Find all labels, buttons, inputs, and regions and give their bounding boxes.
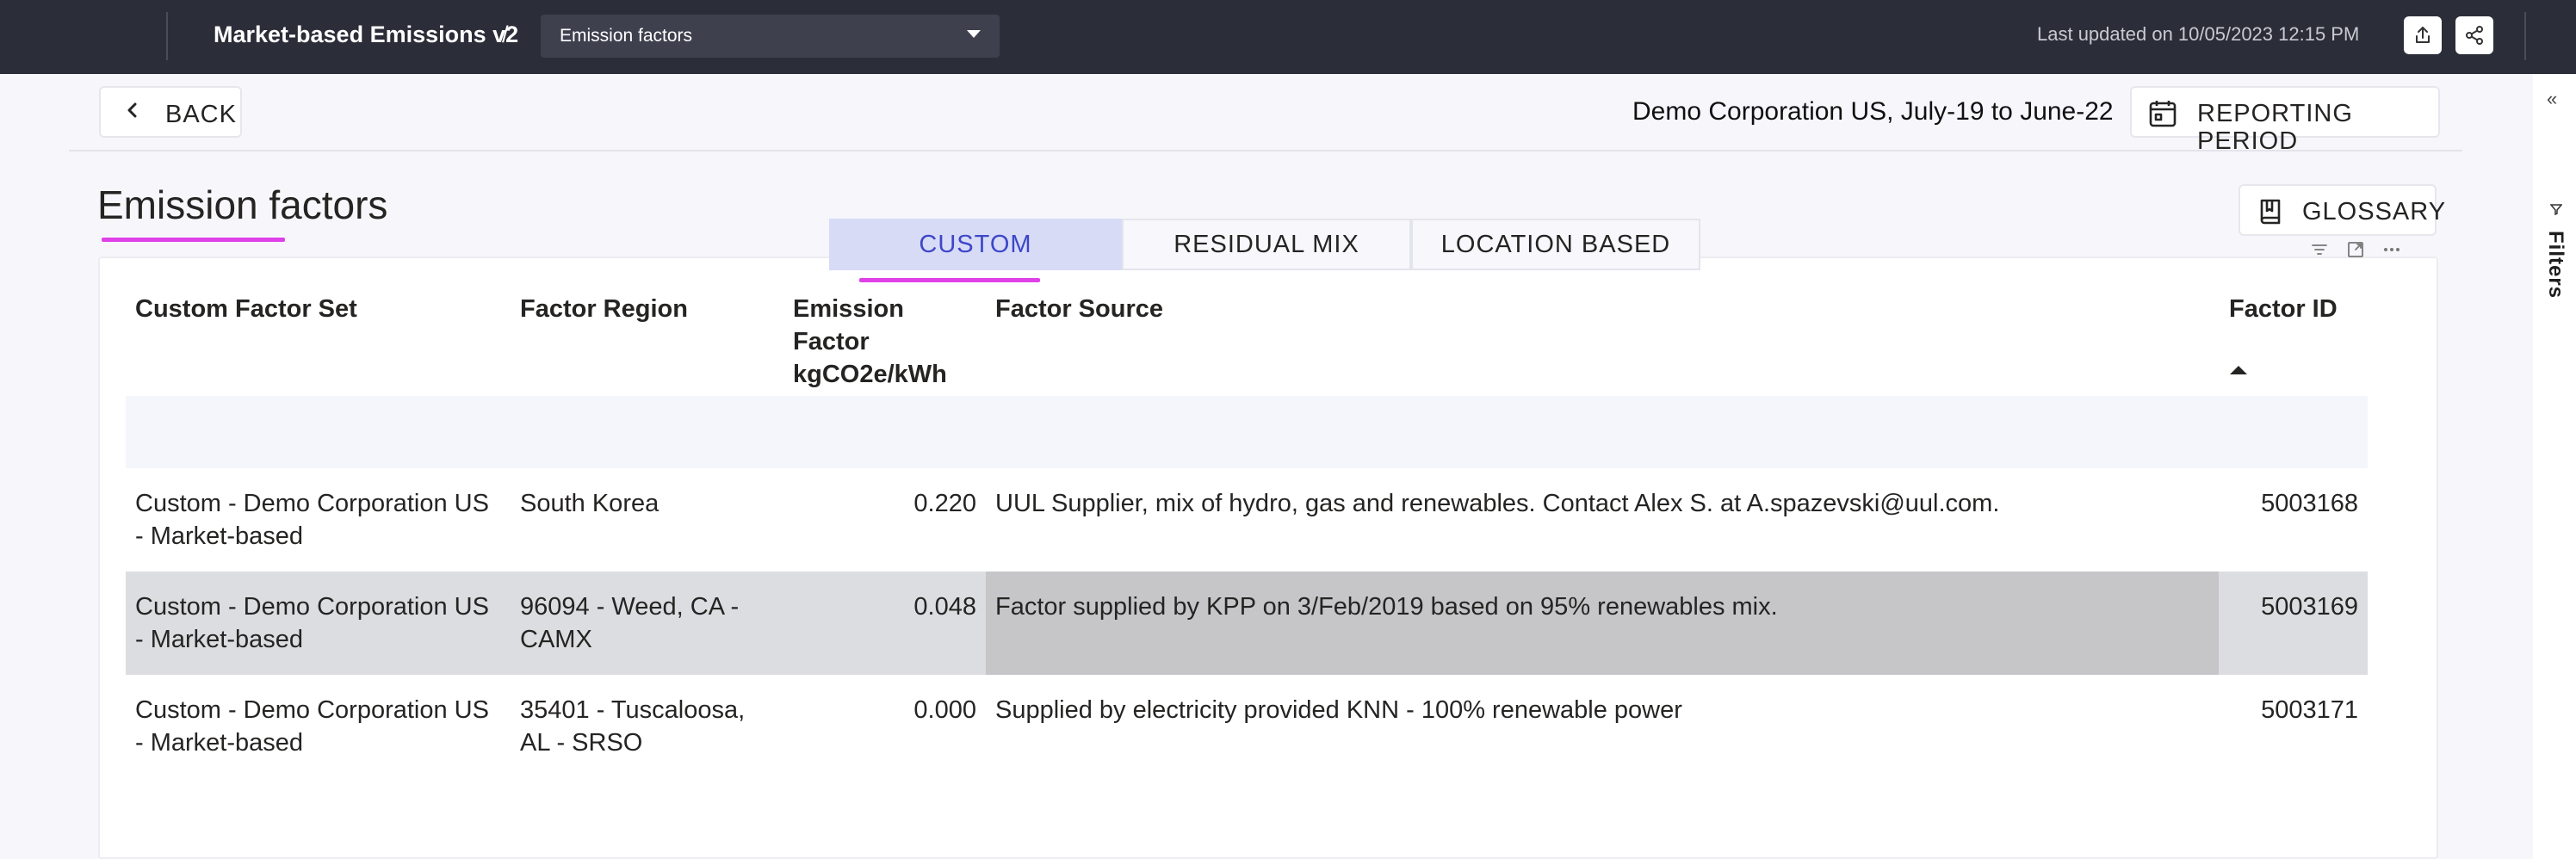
cell-highlight bbox=[986, 572, 2219, 675]
cell-custom-factor-set: Custom - Demo Corporation US - Market-ba… bbox=[135, 696, 489, 757]
cell-factor-id: 5003171 bbox=[2261, 696, 2358, 724]
focus-mode-icon[interactable] bbox=[2345, 239, 2366, 260]
visual-header bbox=[2309, 238, 2412, 262]
back-button-label: BACK bbox=[165, 101, 237, 128]
cell-emission-factor: 0.220 bbox=[913, 490, 976, 517]
tab-custom[interactable]: CUSTOM bbox=[829, 219, 1122, 270]
filters-pane-collapsed[interactable]: « Filters bbox=[2533, 74, 2576, 859]
cell-custom-factor-set: Custom - Demo Corporation US - Market-ba… bbox=[135, 593, 489, 653]
filter-icon bbox=[2550, 204, 2562, 215]
cell-emission-factor: 0.048 bbox=[913, 593, 976, 621]
double-chevron-left-icon[interactable]: « bbox=[2547, 90, 2557, 108]
glossary-button[interactable]: GLOSSARY bbox=[2239, 184, 2445, 236]
column-header-factor-source[interactable]: Factor Source bbox=[995, 293, 1684, 325]
reporting-period-button[interactable]: REPORTING PERIOD bbox=[2130, 86, 2440, 155]
back-button[interactable]: BACK bbox=[99, 86, 242, 138]
tab-location-based[interactable]: LOCATION BASED bbox=[1411, 219, 1700, 270]
cell-custom-factor-set: Custom - Demo Corporation US - Market-ba… bbox=[135, 490, 489, 550]
export-button[interactable] bbox=[2404, 16, 2442, 54]
more-options-icon[interactable] bbox=[2381, 239, 2402, 260]
sort-ascending-icon[interactable] bbox=[2230, 366, 2247, 374]
filter-icon[interactable] bbox=[2309, 239, 2330, 260]
cell-factor-source: Supplied by electricity provided KNN - 1… bbox=[995, 696, 1682, 724]
breadcrumb-separator: / bbox=[502, 22, 509, 47]
table-row[interactable]: Custom - Demo Corporation US - Market-ba… bbox=[126, 675, 2368, 778]
active-tab-underline bbox=[859, 278, 1040, 282]
book-icon bbox=[2260, 199, 2281, 225]
cell-factor-id: 5003169 bbox=[2261, 593, 2358, 621]
cell-factor-id: 5003168 bbox=[2261, 490, 2358, 517]
export-icon bbox=[2416, 27, 2430, 43]
glossary-label: GLOSSARY bbox=[2302, 198, 2447, 226]
page-title: Emission factors bbox=[97, 182, 388, 227]
calendar-icon bbox=[2149, 101, 2177, 127]
page-select[interactable]: Emission factors bbox=[541, 15, 1000, 58]
column-header-factor-region[interactable]: Factor Region bbox=[520, 293, 778, 325]
last-updated-text: Last updated on 10/05/2023 12:15 PM bbox=[2037, 23, 2360, 45]
cell-factor-source: Factor supplied by KPP on 3/Feb/2019 bas… bbox=[995, 593, 1778, 621]
column-header-factor-id[interactable]: Factor ID bbox=[2229, 293, 2367, 325]
share-button[interactable] bbox=[2455, 16, 2493, 54]
chevron-left-icon bbox=[127, 102, 137, 118]
reporting-period-label: REPORTING PERIOD bbox=[2197, 100, 2353, 155]
table-row[interactable]: Custom - Demo Corporation US - Market-ba… bbox=[126, 468, 2368, 572]
share-icon bbox=[2466, 26, 2483, 45]
divider bbox=[166, 12, 168, 60]
caret-down-icon bbox=[967, 30, 981, 38]
cell-factor-region: South Korea bbox=[520, 490, 659, 517]
column-header-custom-factor-set[interactable]: Custom Factor Set bbox=[135, 293, 497, 325]
cell-factor-region: 96094 - Weed, CA - CAMX bbox=[520, 593, 740, 653]
blank-row bbox=[126, 396, 2368, 468]
divider bbox=[2524, 12, 2526, 60]
report-title: Market-based Emissions v2 bbox=[214, 22, 519, 47]
column-header-emission-factor[interactable]: Emission Factor kgCO2e/kWh bbox=[793, 293, 982, 391]
factor-type-tabs: CUSTOM RESIDUAL MIX LOCATION BASED bbox=[829, 219, 1700, 270]
filters-label: Filters bbox=[2544, 231, 2567, 300]
tab-residual-mix[interactable]: RESIDUAL MIX bbox=[1122, 219, 1411, 270]
page-select-value: Emission factors bbox=[560, 26, 693, 46]
cell-factor-region: 35401 - Tuscaloosa, AL - SRSO bbox=[520, 696, 746, 757]
title-underline bbox=[102, 238, 285, 242]
cell-emission-factor: 0.000 bbox=[913, 696, 976, 724]
header-divider bbox=[69, 150, 2462, 151]
organization-period-text: Demo Corporation US, July-19 to June-22 bbox=[1632, 97, 2114, 126]
table-row-selected[interactable]: Custom - Demo Corporation US - Market-ba… bbox=[126, 572, 2368, 675]
cell-factor-source: UUL Supplier, mix of hydro, gas and rene… bbox=[995, 490, 2000, 517]
top-bar: Market-based Emissions v2 / Emission fac… bbox=[0, 0, 2576, 74]
